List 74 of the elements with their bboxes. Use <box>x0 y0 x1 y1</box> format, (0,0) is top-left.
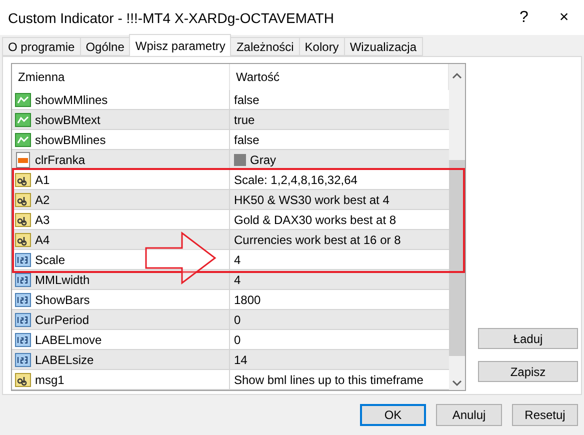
close-button[interactable]: × <box>544 0 584 35</box>
table-row[interactable]: A3 Gold & DAX30 works best at 8 <box>12 210 449 230</box>
table-row[interactable]: showBMtext true <box>12 110 449 130</box>
parameter-name: msg1 <box>35 372 64 386</box>
table-row[interactable]: A4 Currencies work best at 16 or 8 <box>12 230 449 250</box>
parameter-name: showBMtext <box>35 112 100 126</box>
parameter-name: Scale <box>35 252 66 266</box>
number-icon <box>15 272 31 288</box>
parameter-value: 0 <box>234 332 241 346</box>
table-row[interactable]: clrFranka Gray <box>12 150 449 170</box>
parameter-value: Currencies work best at 16 or 8 <box>234 232 401 246</box>
window-title: Custom Indicator - !!!-MT4 X-XARDg-OCTAVEMATH <box>8 10 335 26</box>
parameter-value: true <box>234 112 255 126</box>
parameter-name: MMLwidth <box>35 272 90 286</box>
tab[interactable]: Zależności <box>230 37 300 56</box>
ab-text-icon <box>15 212 31 228</box>
parameter-value: false <box>234 92 260 106</box>
table-row[interactable]: A2 HK50 & WS30 work best at 4 <box>12 190 449 210</box>
tab[interactable]: Wizualizacja <box>344 37 422 56</box>
ab-text-icon <box>15 372 31 388</box>
table-row[interactable]: LABELsize 14 <box>12 350 449 370</box>
parameter-name: A3 <box>35 212 50 226</box>
number-icon <box>15 352 31 368</box>
parameter-name: clrFranka <box>35 152 86 166</box>
parameter-name: CurPeriod <box>35 312 90 326</box>
table-row[interactable]: CurPeriod 0 <box>12 310 449 330</box>
parameter-value: 14 <box>234 352 248 366</box>
tab[interactable]: Ogólne <box>80 37 130 56</box>
number-icon <box>15 292 31 308</box>
parameter-name: A4 <box>35 232 50 246</box>
ab-text-icon <box>15 172 31 188</box>
parameter-name: LABELmove <box>35 332 102 346</box>
parameter-value: Gray <box>250 152 276 166</box>
parameter-name: A1 <box>35 172 50 186</box>
help-button[interactable]: ? <box>504 0 544 35</box>
table-row[interactable]: MMLwidth 4 <box>12 270 449 290</box>
parameter-value: false <box>234 132 260 146</box>
parameter-name: showBMlines <box>35 132 106 146</box>
table-row[interactable]: ShowBars 1800 <box>12 290 449 310</box>
ab-text-icon <box>15 232 31 248</box>
dialog-button[interactable]: Anuluj <box>436 404 502 426</box>
table-row[interactable]: LABELmove 0 <box>12 330 449 350</box>
color-file-icon <box>15 152 31 168</box>
parameter-value: 4 <box>234 272 241 286</box>
scrollbar[interactable] <box>449 90 465 390</box>
arrow-drawing <box>145 232 216 284</box>
number-icon <box>15 332 31 348</box>
tab[interactable]: Kolory <box>298 37 345 56</box>
table-row[interactable]: msg1 Show bml lines up to this timeframe <box>12 370 449 390</box>
parameter-value: Scale: 1,2,4,8,16,32,64 <box>234 172 358 186</box>
scroll-up-icon[interactable] <box>449 64 465 90</box>
table-row[interactable]: Scale 4 <box>12 250 449 270</box>
table-row[interactable]: showMMlines false <box>12 90 449 110</box>
tab[interactable]: Wpisz parametry <box>129 34 232 56</box>
side-button[interactable]: Ładuj <box>478 328 578 349</box>
number-icon <box>15 312 31 328</box>
parameter-name: LABELsize <box>35 352 94 366</box>
dialog-button[interactable]: Resetuj <box>512 404 578 426</box>
ab-text-icon <box>15 192 31 208</box>
side-button[interactable]: Zapisz <box>478 361 578 382</box>
parameter-name: ShowBars <box>35 292 90 306</box>
parameter-value: 4 <box>234 252 241 266</box>
parameter-name: showMMlines <box>35 92 108 106</box>
number-icon <box>15 252 31 268</box>
parameter-name: A2 <box>35 192 50 206</box>
parameter-value: 0 <box>234 312 241 326</box>
parameter-value: Gold & DAX30 works best at 8 <box>234 212 396 226</box>
parameter-value: 1800 <box>234 292 261 306</box>
parameter-value: Show bml lines up to this timeframe <box>234 372 424 386</box>
table-row[interactable]: showBMlines false <box>12 130 449 150</box>
tab[interactable]: O programie <box>2 37 81 56</box>
parameter-value: HK50 & WS30 work best at 4 <box>234 192 390 206</box>
table-row[interactable]: A1 Scale: 1,2,4,8,16,32,64 <box>12 170 449 190</box>
dialog-button[interactable]: OK <box>360 404 426 426</box>
